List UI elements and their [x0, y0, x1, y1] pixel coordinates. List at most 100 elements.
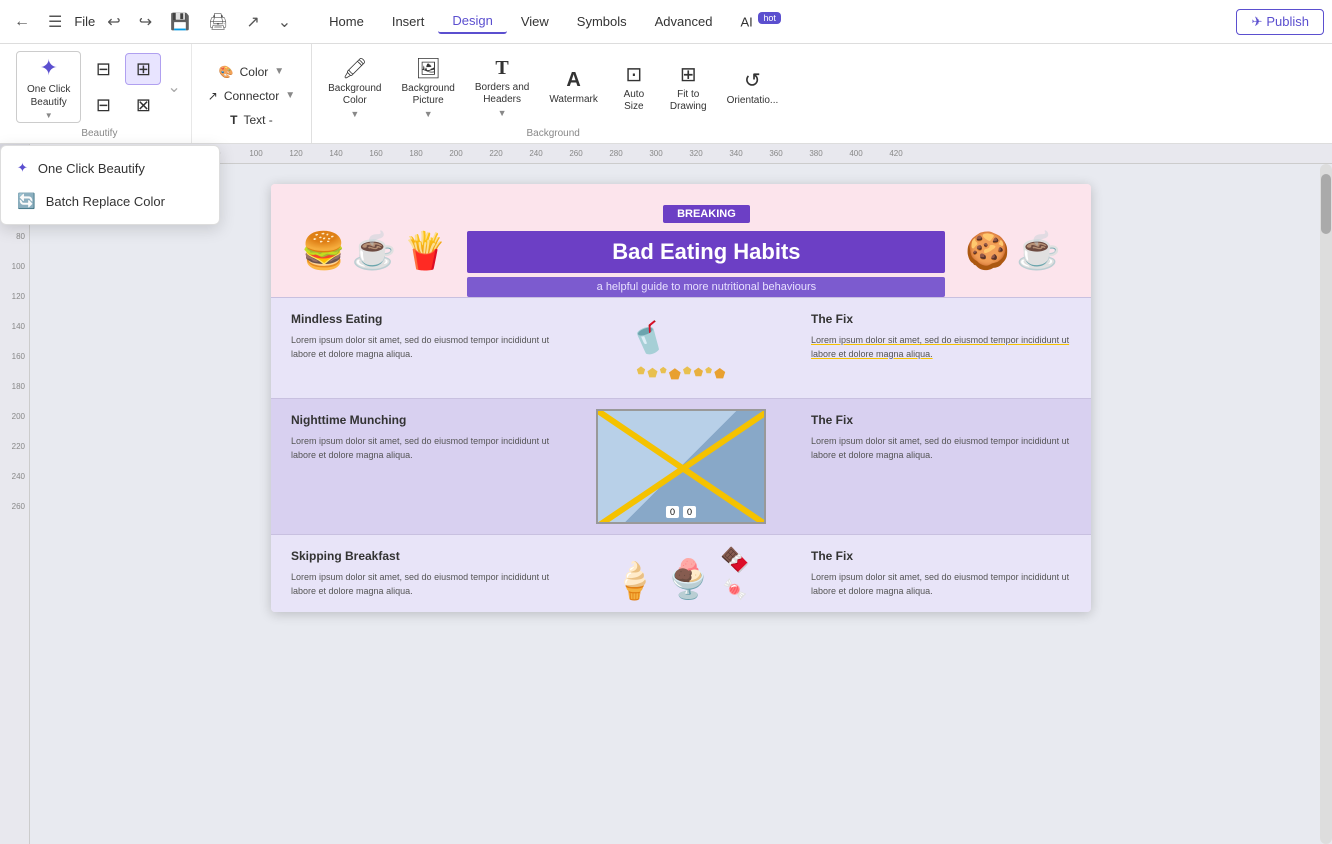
- doc-title-block: BREAKING Bad Eating Habits a helpful gui…: [467, 204, 945, 297]
- beautify-dropdown: ✦ One Click Beautify 🔄 Batch Replace Col…: [0, 145, 220, 225]
- food-icons-right: 🍪 ☕: [965, 230, 1061, 272]
- background-section-title: Background: [320, 126, 786, 143]
- section-nighttime: Nighttime Munching Lorem ipsum dolor sit…: [271, 398, 1091, 534]
- nav-insert[interactable]: Insert: [378, 10, 439, 33]
- mindless-body: Lorem ipsum dolor sit amet, sed do eiusm…: [291, 334, 551, 361]
- chips-illustration: 🥤 ⬟⬟⬟ ⬟⬟⬟ ⬟⬟: [591, 308, 771, 388]
- section-breakfast-center: 🍦 🍨 🍫 🍬: [571, 535, 791, 612]
- horizontal-ruler: 0 20 40 60 80 100 120 140 160 180 200 22…: [30, 144, 1332, 164]
- chocolate-sweets: 🍫 🍬: [720, 546, 750, 602]
- nav-advanced[interactable]: Advanced: [641, 10, 727, 33]
- section-mindless-right: The Fix Lorem ipsum dolor sit amet, sed …: [791, 298, 1091, 398]
- layout-btn-3[interactable]: ⊟: [85, 89, 121, 121]
- nighttime-body: Lorem ipsum dolor sit amet, sed do eiusm…: [291, 435, 551, 462]
- more-button[interactable]: ⌄: [272, 8, 297, 36]
- breaking-badge: BREAKING: [663, 205, 750, 223]
- nav-view[interactable]: View: [507, 10, 563, 33]
- layout-btn-4[interactable]: ⊠: [125, 89, 161, 121]
- bg-picture-button[interactable]: 🖼 BackgroundPicture ▼: [393, 51, 462, 123]
- file-label: File: [74, 14, 95, 29]
- burger-emoji: 🍔: [301, 230, 346, 272]
- batch-icon: 🔄: [17, 192, 36, 210]
- text-button[interactable]: T Text -: [222, 108, 281, 132]
- cookie-emoji: 🍪: [965, 230, 1010, 272]
- nighttime-title: Nighttime Munching: [291, 413, 551, 427]
- layout-btn-1[interactable]: ⊟: [85, 53, 121, 85]
- undo-button[interactable]: ↩: [101, 8, 126, 36]
- dropdown-one-click[interactable]: ✦ One Click Beautify: [1, 152, 219, 184]
- connector-button[interactable]: ↗ Connector ▼: [200, 84, 303, 108]
- vertical-scrollbar[interactable]: [1320, 164, 1332, 844]
- ribbon-beautify-items: ✦ One ClickBeautify ▼ ⊟ ⊞ ⊟: [16, 48, 183, 126]
- hamburger-menu[interactable]: ☰: [42, 8, 68, 36]
- coffee2-emoji: ☕: [1016, 230, 1061, 272]
- menu-bar-right: ✈ Publish: [1236, 9, 1324, 35]
- scrollbar-thumb[interactable]: [1321, 174, 1331, 234]
- publish-button[interactable]: ✈ Publish: [1236, 9, 1324, 35]
- food-icons-left: 🍔 ☕ 🍟: [301, 230, 447, 272]
- auto-size-icon: ⊡: [625, 62, 642, 87]
- breakfast-body: Lorem ipsum dolor sit amet, sed do eiusm…: [291, 571, 551, 598]
- connector-icon: ↗: [208, 89, 218, 103]
- fries-emoji: 🍟: [403, 230, 448, 272]
- orientation-button[interactable]: ↺ Orientatio...: [719, 51, 787, 123]
- coffee-emoji: ☕: [352, 230, 397, 272]
- nav-symbols[interactable]: Symbols: [563, 10, 641, 33]
- bg-color-button[interactable]: 🖍 BackgroundColor ▼: [320, 51, 389, 123]
- nighttime-image: 0 0: [596, 409, 766, 524]
- nav-home[interactable]: Home: [315, 10, 378, 33]
- color-button[interactable]: 🎨 Color ▼: [211, 60, 293, 84]
- dropdown-batch-replace[interactable]: 🔄 Batch Replace Color: [1, 184, 219, 218]
- beautify-section-title: Beautify: [16, 126, 183, 143]
- background-items: 🖍 BackgroundColor ▼ 🖼 BackgroundPicture …: [320, 48, 786, 126]
- layout3-icon: ⊟: [96, 95, 111, 116]
- section-mindless-center: 🥤 ⬟⬟⬟ ⬟⬟⬟ ⬟⬟: [571, 298, 791, 398]
- breakfast-fix-body: Lorem ipsum dolor sit amet, sed do eiusm…: [811, 571, 1071, 598]
- doc-title: Bad Eating Habits: [467, 231, 945, 273]
- layout-buttons: ⊟ ⊞ ⊟ ⊠: [85, 53, 161, 121]
- section-breakfast: Skipping Breakfast Lorem ipsum dolor sit…: [271, 534, 1091, 612]
- left-panel: 40 60 80 100 120 140 160 180 200 220 240…: [0, 144, 30, 844]
- fit-drawing-icon: ⊞: [680, 62, 697, 87]
- menu-bar: ← ☰ File ↩ ↪ 💾 🖨 ↗ ⌄ Home Insert Design …: [0, 0, 1332, 44]
- one-click-beautify-button[interactable]: ✦ One ClickBeautify ▼: [16, 51, 81, 123]
- icecream-emoji: 🍦: [612, 560, 657, 602]
- sparkle-icon: ✦: [39, 55, 57, 81]
- nav-design[interactable]: Design: [438, 9, 506, 34]
- ai-badge: hot: [758, 12, 781, 24]
- main-area: 40 60 80 100 120 140 160 180 200 220 240…: [0, 144, 1332, 844]
- doc-header: 🍔 ☕ 🍟 BREAKING Bad Eating Habits a helpf…: [271, 184, 1091, 297]
- dessert-illustration: 🍦 🍨 🍫 🍬: [612, 546, 750, 602]
- vertical-ruler: 40 60 80 100 120 140 160 180 200 220 240…: [0, 164, 30, 844]
- mindless-fix-title: The Fix: [811, 312, 1071, 326]
- redo-button[interactable]: ↪: [133, 8, 158, 36]
- mindless-title: Mindless Eating: [291, 312, 551, 326]
- layout1-icon: ⊟: [96, 59, 111, 80]
- section-nighttime-left: Nighttime Munching Lorem ipsum dolor sit…: [271, 399, 571, 534]
- ribbon-section-background: 🖍 BackgroundColor ▼ 🖼 BackgroundPicture …: [312, 44, 794, 143]
- auto-size-button[interactable]: ⊡ AutoSize: [610, 51, 658, 123]
- doc-subtitle: a helpful guide to more nutritional beha…: [467, 277, 945, 297]
- bg-picture-icon: 🖼: [415, 56, 440, 81]
- layout2-icon: ⊞: [136, 59, 151, 80]
- canvas-content: 🍔 ☕ 🍟 BREAKING Bad Eating Habits a helpf…: [30, 164, 1332, 632]
- canvas-area: 0 20 40 60 80 100 120 140 160 180 200 22…: [30, 144, 1332, 844]
- breakfast-fix-title: The Fix: [811, 549, 1071, 563]
- fit-drawing-button[interactable]: ⊞ Fit toDrawing: [662, 51, 715, 123]
- color-icon: 🎨: [219, 65, 234, 79]
- main-nav: Home Insert Design View Symbols Advanced…: [315, 9, 795, 34]
- ribbon-section-beautify: ✦ One ClickBeautify ▼ ⊟ ⊞ ⊟: [8, 44, 192, 143]
- ribbon-scroll-arrow[interactable]: ⌄: [165, 75, 182, 99]
- save-button[interactable]: 💾: [164, 8, 196, 36]
- layout-btn-2[interactable]: ⊞: [125, 53, 161, 85]
- section-mindless-left: Mindless Eating Lorem ipsum dolor sit am…: [271, 298, 571, 398]
- breakfast-title: Skipping Breakfast: [291, 549, 551, 563]
- theme-items: 🎨 Color ▼ ↗ Connector ▼ T Text -: [200, 48, 303, 143]
- watermark-button[interactable]: A Watermark: [541, 51, 606, 123]
- ribbon-section-theme: 🎨 Color ▼ ↗ Connector ▼ T Text -: [192, 44, 312, 143]
- nav-ai[interactable]: AI hot: [726, 9, 794, 33]
- back-button[interactable]: ←: [8, 9, 36, 35]
- export-button[interactable]: ↗: [240, 8, 265, 36]
- borders-button[interactable]: T Borders andHeaders ▼: [467, 51, 537, 123]
- print-button[interactable]: 🖨: [202, 8, 234, 36]
